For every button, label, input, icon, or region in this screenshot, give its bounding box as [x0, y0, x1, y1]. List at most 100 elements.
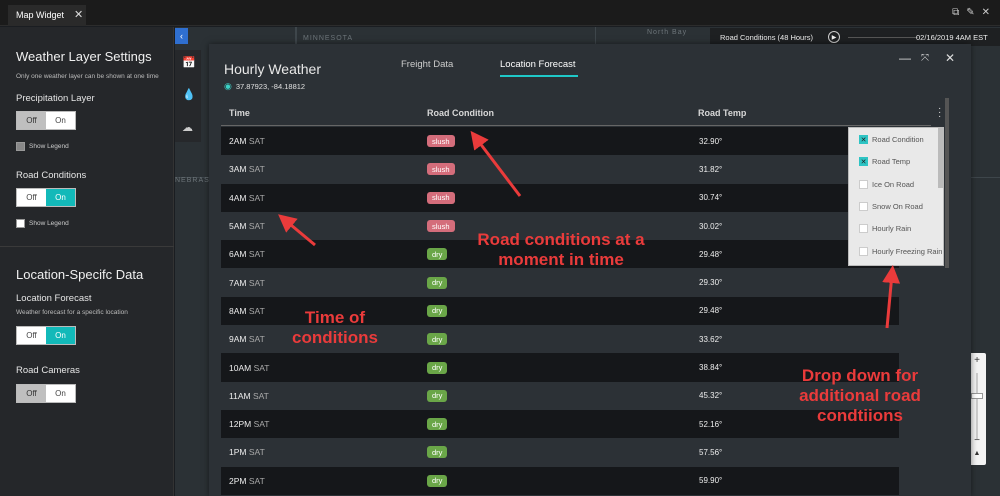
- checkbox[interactable]: [859, 201, 868, 211]
- row-temp: 32.90°: [699, 136, 723, 146]
- dropdown-item[interactable]: Hourly Rain: [859, 224, 911, 234]
- condition-badge: slush: [427, 163, 455, 176]
- row-hour: 11AM: [229, 390, 251, 401]
- column-options-icon[interactable]: · · ·: [938, 104, 941, 122]
- row-day: SAT: [248, 221, 265, 232]
- toggle-on[interactable]: On: [46, 189, 75, 206]
- coordinates-text: 37.87923, -84.18812: [235, 82, 306, 91]
- row-day: SAT: [248, 305, 265, 316]
- row-temp: 38.84°: [699, 363, 723, 373]
- row-time: 3AM SAT: [229, 164, 265, 174]
- play-icon[interactable]: ▶: [828, 31, 840, 43]
- road-show-legend[interactable]: Show Legend: [16, 219, 69, 228]
- row-time: 6AM SAT: [229, 249, 265, 259]
- table-row[interactable]: 3AM SAT slush 31.82°: [221, 155, 899, 184]
- popout-icon[interactable]: ⧉: [952, 7, 959, 18]
- dropdown-scrollbar[interactable]: [938, 128, 943, 188]
- toggle-on[interactable]: On: [46, 385, 75, 402]
- precipitation-toggle[interactable]: Off On: [16, 111, 76, 130]
- toggle-off[interactable]: Off: [17, 327, 46, 344]
- row-temp: 29.30°: [699, 278, 723, 288]
- checkbox[interactable]: [859, 224, 868, 234]
- tab-freight-data[interactable]: Freight Data: [401, 59, 453, 70]
- row-hour: 4AM: [229, 192, 247, 203]
- row-hour: 5AM: [229, 221, 247, 232]
- table-row[interactable]: 4AM SAT slush 30.74°: [221, 183, 899, 212]
- precip-show-legend[interactable]: Show Legend: [16, 142, 69, 151]
- divider: [0, 246, 174, 247]
- checkbox[interactable]: ✕: [859, 135, 868, 144]
- condition-badge: dry: [427, 418, 448, 431]
- row-day: SAT: [253, 419, 270, 430]
- row-temp: 59.90°: [699, 476, 723, 486]
- tab-location-forecast[interactable]: Location Forecast: [500, 59, 576, 70]
- condition-badge: dry: [427, 446, 448, 459]
- row-time: 2AM SAT: [229, 136, 265, 146]
- row-hour: 12PM: [229, 419, 252, 430]
- collapse-panel-button[interactable]: ‹: [175, 28, 188, 44]
- tab-map-widget[interactable]: Map Widget ✕: [8, 5, 86, 26]
- edit-icon[interactable]: ✎: [966, 7, 974, 18]
- row-day: SAT: [248, 277, 265, 288]
- row-temp: 31.82°: [699, 164, 723, 174]
- road-cameras-label: Road Cameras: [16, 365, 80, 376]
- column-header-road-temp: Road Temp: [698, 108, 747, 118]
- row-hour: 6AM: [229, 249, 247, 260]
- condition-badge: dry: [427, 474, 448, 487]
- weather-layer-subtitle: Only one weather layer can be shown at o…: [16, 73, 159, 80]
- calendar-icon[interactable]: 📅: [182, 56, 196, 69]
- checkbox[interactable]: [16, 142, 25, 151]
- table-row[interactable]: 1PM SAT dry 57.56°: [221, 438, 899, 467]
- expand-icon[interactable]: ⤧: [921, 53, 929, 64]
- location-forecast-toggle[interactable]: Off On: [16, 326, 76, 345]
- row-temp: 29.48°: [699, 249, 723, 259]
- road-conditions-toggle[interactable]: Off On: [16, 188, 76, 207]
- row-day: SAT: [248, 164, 265, 175]
- condition-badge: dry: [427, 389, 448, 402]
- dropdown-item[interactable]: Snow On Road: [859, 201, 923, 211]
- column-dropdown: ✕ Road Condition ✕ Road Temp Ice On Road Snow…: [848, 127, 944, 266]
- toggle-off[interactable]: Off: [17, 385, 46, 402]
- row-day: SAT: [253, 362, 270, 373]
- cloud-icon[interactable]: ☁: [182, 121, 193, 134]
- zoom-track[interactable]: [976, 373, 978, 439]
- table-row[interactable]: 7AM SAT dry 29.30°: [221, 268, 899, 297]
- toggle-off[interactable]: Off: [17, 112, 46, 129]
- close-icon[interactable]: ✕: [945, 51, 955, 65]
- checkbox[interactable]: [16, 219, 25, 228]
- close-icon[interactable]: ✕: [74, 8, 83, 21]
- annotation-dropdown: Drop down for additional road condtiions: [799, 366, 921, 425]
- table-row[interactable]: 2PM SAT dry 59.90°: [221, 466, 899, 495]
- row-day: SAT: [248, 447, 265, 458]
- table-row[interactable]: 2AM SAT slush 32.90°: [221, 127, 899, 156]
- dropdown-item-label: Ice On Road: [872, 179, 915, 189]
- scrollbar[interactable]: [945, 98, 949, 268]
- road-cameras-toggle[interactable]: Off On: [16, 384, 76, 403]
- row-day: SAT: [252, 390, 269, 401]
- header-divider: [221, 125, 931, 126]
- row-temp: 30.74°: [699, 193, 723, 203]
- dropdown-item[interactable]: ✕ Road Temp: [859, 157, 910, 167]
- map-label: North Bay: [647, 29, 688, 36]
- time-slider[interactable]: [848, 37, 918, 38]
- dropdown-item[interactable]: Ice On Road: [859, 179, 915, 189]
- checkbox[interactable]: [859, 179, 868, 189]
- zoom-handle[interactable]: [971, 393, 983, 399]
- weather-layer-heading: Weather Layer Settings: [16, 49, 152, 64]
- dropdown-item[interactable]: Hourly Freezing Rain: [859, 246, 942, 256]
- coordinates: ◉ 37.87923, -84.18812: [224, 81, 305, 92]
- condition-badge: dry: [427, 276, 448, 289]
- row-time: 2PM SAT: [229, 476, 265, 486]
- checkbox[interactable]: ✕: [859, 157, 868, 167]
- toggle-on[interactable]: On: [46, 112, 75, 129]
- checkbox[interactable]: [859, 246, 868, 256]
- droplet-icon[interactable]: 💧: [182, 88, 196, 101]
- minimize-icon[interactable]: —: [899, 51, 911, 65]
- close-window-icon[interactable]: ✕: [982, 7, 990, 18]
- window-controls: ⧉ ✎ ✕: [952, 7, 990, 18]
- row-temp: 29.48°: [699, 306, 723, 316]
- toggle-on[interactable]: On: [46, 327, 75, 344]
- toggle-off[interactable]: Off: [17, 189, 46, 206]
- timebar-date: 02/16/2019 4AM EST: [916, 33, 988, 42]
- dropdown-item[interactable]: ✕ Road Condition: [859, 135, 924, 144]
